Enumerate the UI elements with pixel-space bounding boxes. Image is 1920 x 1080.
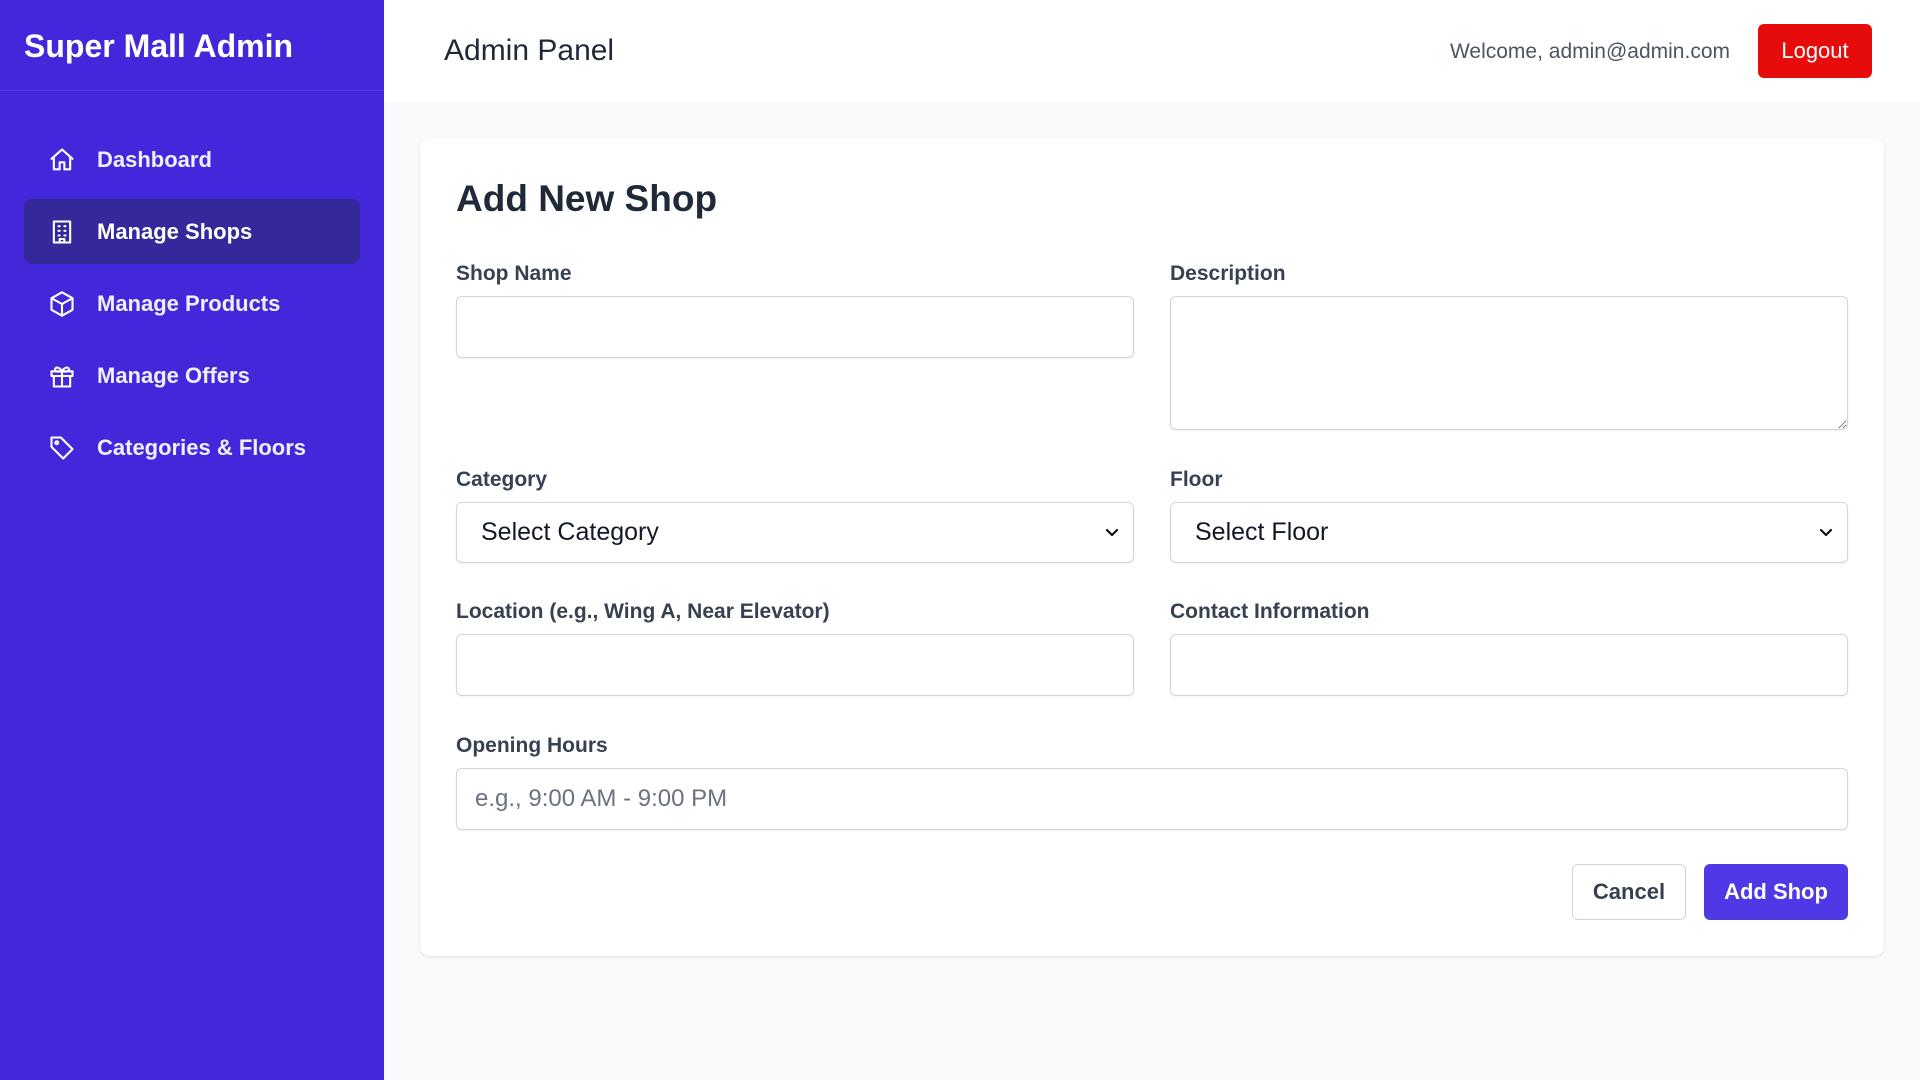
contact-field: Contact Information bbox=[1170, 600, 1848, 696]
tag-icon bbox=[48, 434, 76, 462]
contact-label: Contact Information bbox=[1170, 600, 1370, 623]
shop-name-label: Shop Name bbox=[456, 262, 572, 285]
location-field: Location (e.g., Wing A, Near Elevator) bbox=[456, 600, 1134, 696]
opening-hours-input[interactable] bbox=[456, 768, 1848, 830]
sidebar-item-categories-floors[interactable]: Categories & Floors bbox=[24, 415, 360, 480]
floor-field: Floor Select Floor bbox=[1170, 468, 1848, 563]
chevron-down-icon bbox=[1105, 528, 1119, 537]
add-shop-form: Add New Shop Shop Name Description Categ… bbox=[420, 138, 1884, 956]
shop-name-input[interactable] bbox=[456, 296, 1134, 358]
sidebar-item-manage-shops[interactable]: Manage Shops bbox=[24, 199, 360, 264]
brand-title: Super Mall Admin bbox=[0, 0, 384, 91]
sidebar-nav: Dashboard Manage Shops Manage Products M… bbox=[0, 91, 384, 480]
description-textarea[interactable] bbox=[1170, 296, 1848, 430]
opening-hours-label: Opening Hours bbox=[456, 734, 608, 757]
page-title: Admin Panel bbox=[444, 34, 615, 67]
category-field: Category Select Category bbox=[456, 468, 1134, 563]
sidebar-item-label: Manage Products bbox=[97, 290, 281, 316]
sidebar-item-label: Dashboard bbox=[97, 146, 212, 172]
location-input[interactable] bbox=[456, 634, 1134, 696]
welcome-text: Welcome, admin@admin.com bbox=[1449, 40, 1730, 63]
contact-input[interactable] bbox=[1170, 634, 1848, 696]
cancel-button[interactable]: Cancel bbox=[1572, 864, 1686, 920]
sidebar-item-label: Manage Shops bbox=[97, 218, 253, 244]
sidebar-item-dashboard[interactable]: Dashboard bbox=[24, 127, 360, 192]
sidebar-item-label: Categories & Floors bbox=[97, 434, 307, 460]
floor-label: Floor bbox=[1170, 468, 1223, 491]
category-select[interactable]: Select Category bbox=[456, 502, 1134, 563]
sidebar-item-manage-offers[interactable]: Manage Offers bbox=[24, 343, 360, 408]
building-icon bbox=[48, 218, 76, 246]
form-title: Add New Shop bbox=[456, 178, 718, 219]
category-selected-value: Select Category bbox=[481, 518, 659, 546]
opening-hours-field: Opening Hours bbox=[456, 734, 1848, 830]
sidebar-item-label: Manage Offers bbox=[97, 362, 250, 388]
logout-button[interactable]: Logout bbox=[1758, 24, 1872, 78]
gift-icon bbox=[48, 362, 76, 390]
top-bar: Admin Panel Welcome, admin@admin.com Log… bbox=[384, 0, 1920, 102]
chevron-down-icon bbox=[1819, 528, 1833, 537]
sidebar: Super Mall Admin Dashboard Manage Shops … bbox=[0, 0, 384, 1080]
floor-selected-value: Select Floor bbox=[1195, 518, 1329, 546]
description-field: Description bbox=[1170, 262, 1848, 435]
sidebar-item-manage-products[interactable]: Manage Products bbox=[24, 271, 360, 336]
category-label: Category bbox=[456, 468, 548, 491]
floor-select[interactable]: Select Floor bbox=[1170, 502, 1848, 563]
cube-icon bbox=[48, 290, 76, 318]
shop-name-field: Shop Name bbox=[456, 262, 1134, 358]
home-icon bbox=[48, 146, 76, 174]
add-shop-button[interactable]: Add Shop bbox=[1704, 864, 1848, 920]
location-label: Location (e.g., Wing A, Near Elevator) bbox=[456, 600, 830, 623]
description-label: Description bbox=[1170, 262, 1286, 285]
